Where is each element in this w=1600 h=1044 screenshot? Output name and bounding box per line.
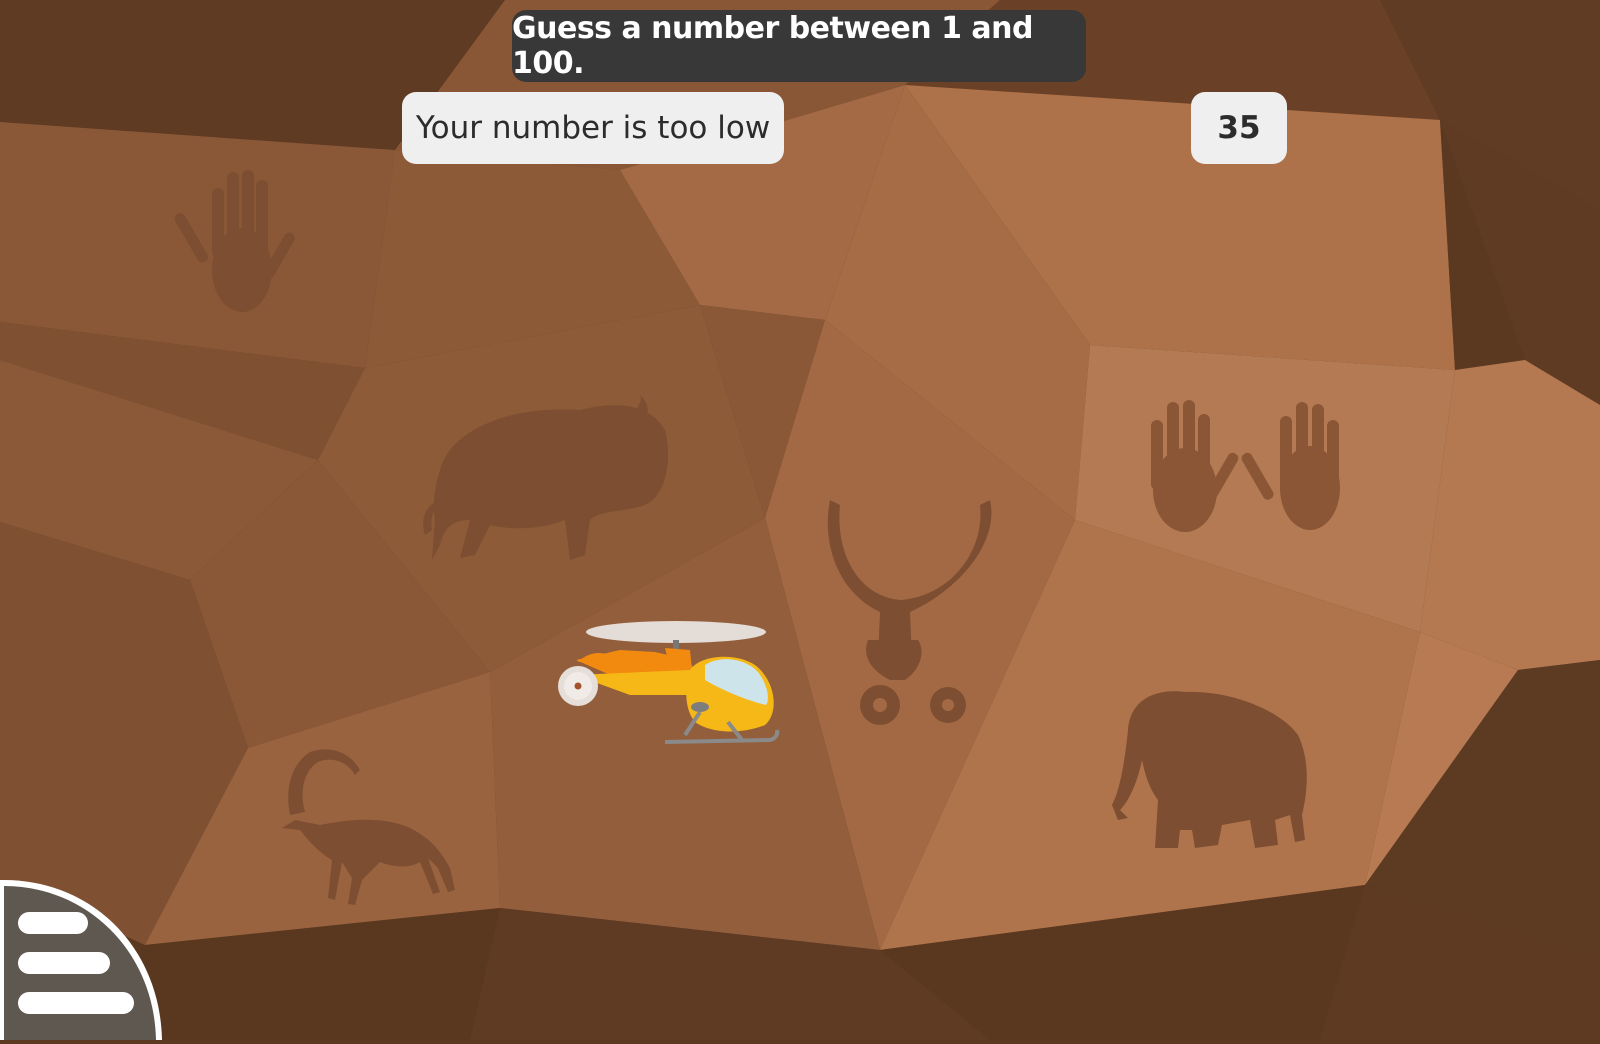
guess-input[interactable]: 35 [1191,92,1287,164]
instruction-text: Guess a number between 1 and 100. [512,10,1086,82]
menu-button[interactable] [0,876,162,1040]
menu-icon [0,879,162,1040]
cave-wall-scene [0,0,1600,1040]
feedback-message: Your number is too low [402,92,784,164]
cave-wall-background [0,0,1600,1040]
